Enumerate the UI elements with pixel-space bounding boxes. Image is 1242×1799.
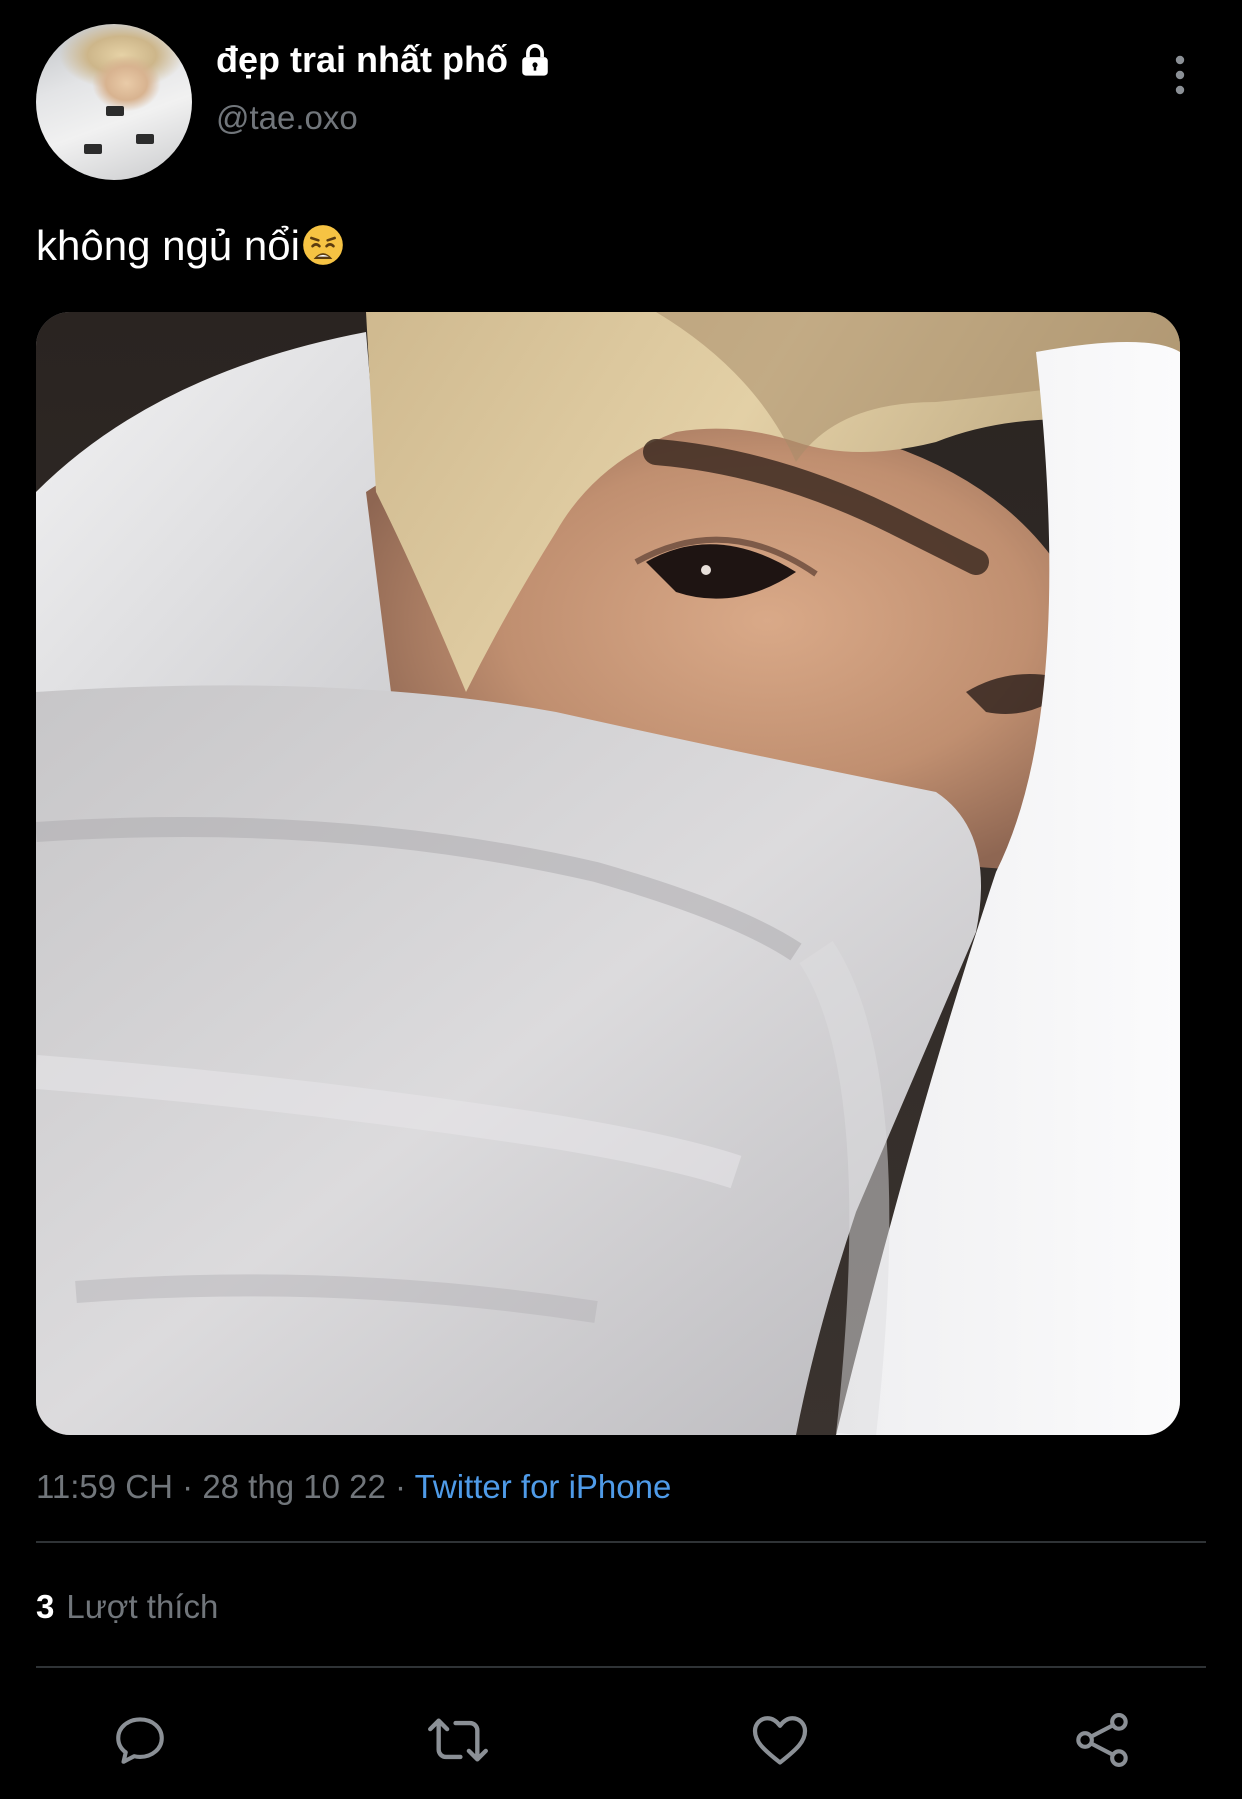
share-icon [1076, 1713, 1128, 1767]
more-options-button[interactable] [1158, 50, 1202, 100]
avatar[interactable] [36, 24, 192, 180]
lock-icon [522, 44, 548, 76]
reply-icon [116, 1717, 164, 1764]
avatar-pattern [84, 144, 102, 154]
tweet-time: 11:59 CH [36, 1468, 173, 1505]
avatar-pattern [106, 106, 124, 116]
retweet-icon [428, 1718, 488, 1762]
retweet-button[interactable] [426, 1708, 490, 1772]
tweet-text: không ngủ nổi [36, 218, 344, 274]
meta-separator: · [394, 1468, 406, 1505]
weary-face-emoji [303, 225, 343, 265]
tweet-photo[interactable] [36, 312, 1180, 1435]
avatar-pattern [136, 134, 154, 144]
display-name[interactable]: đẹp trai nhất phố [216, 36, 552, 84]
tweet-source-link[interactable]: Twitter for iPhone [415, 1468, 672, 1505]
likes-count: 3 [36, 1588, 55, 1625]
divider [36, 1541, 1206, 1543]
divider [36, 1666, 1206, 1668]
meta-separator: · [182, 1468, 194, 1505]
tweet-detail-page: đẹp trai nhất phố @tae.oxo không ngủ nổi [0, 0, 1242, 1799]
reply-button[interactable] [108, 1708, 172, 1772]
heart-icon [752, 1716, 808, 1765]
more-vertical-icon [1175, 55, 1185, 95]
tweet-text-content: không ngủ nổi [36, 222, 300, 269]
likes-label: Lượt thích [66, 1588, 219, 1625]
likes-stat[interactable]: 3 Lượt thích [36, 1582, 218, 1632]
display-name-text: đẹp trai nhất phố [216, 39, 508, 80]
tweet-photo-image [36, 312, 1180, 1435]
share-button[interactable] [1070, 1708, 1134, 1772]
tweet-date: 28 thg 10 22 [202, 1468, 386, 1505]
like-button[interactable] [748, 1708, 812, 1772]
tweet-meta: 11:59 CH · 28 thg 10 22 · Twitter for iP… [36, 1462, 671, 1512]
user-handle[interactable]: @tae.oxo [216, 96, 358, 140]
